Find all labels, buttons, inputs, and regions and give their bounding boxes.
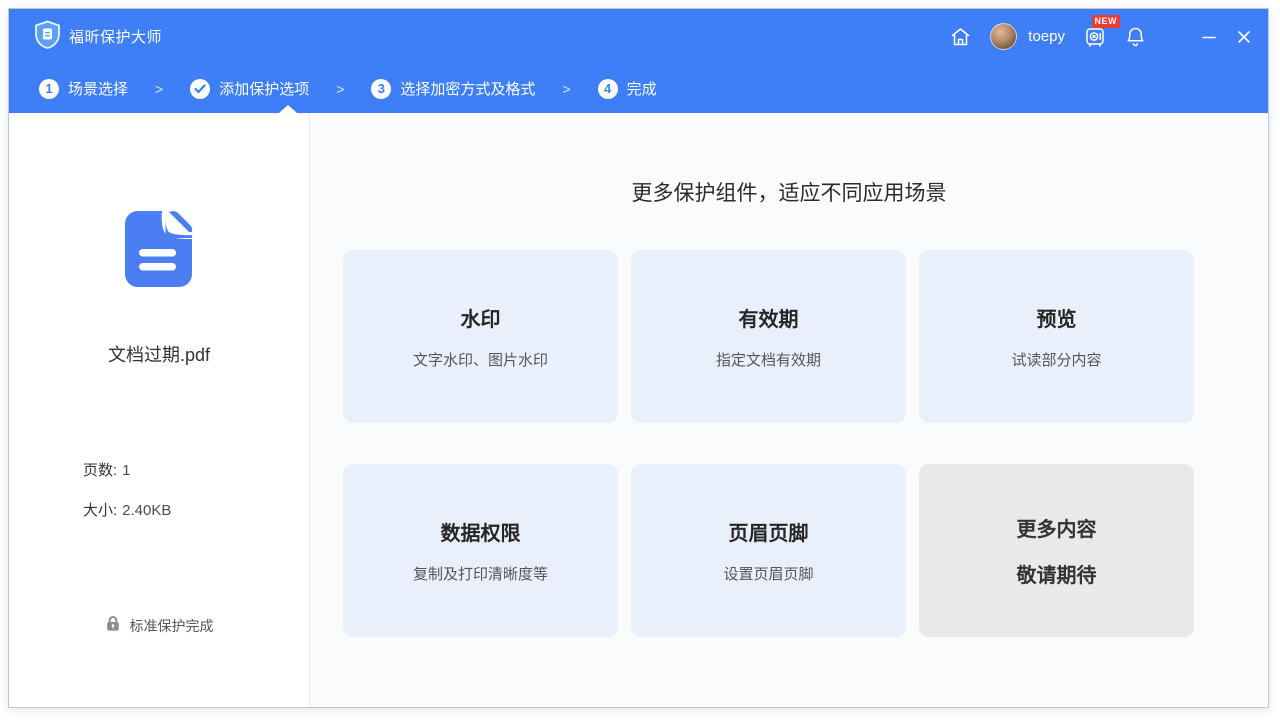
- protection-cards-grid: 水印 文字水印、图片水印 有效期 指定文档有效期 预览 试读部分内容 数据权限 …: [343, 250, 1268, 637]
- pdf-document-icon: [124, 210, 194, 293]
- card-subtitle: 复制及打印清晰度等: [413, 563, 548, 584]
- user-avatar[interactable]: [990, 23, 1017, 50]
- bell-icon[interactable]: [1125, 26, 1146, 48]
- main-content: 更多保护组件，适应不同应用场景 水印 文字水印、图片水印 有效期 指定文档有效期…: [310, 113, 1268, 707]
- step-1-label: 场景选择: [68, 78, 128, 99]
- main-heading: 更多保护组件，适应不同应用场景: [310, 177, 1268, 207]
- card-title: 有效期: [739, 303, 799, 332]
- app-title: 福昕保护大师: [69, 26, 162, 47]
- card-validity-period[interactable]: 有效期 指定文档有效期: [631, 250, 906, 423]
- username-label[interactable]: toepy: [1028, 28, 1065, 45]
- step-separator-icon: >: [336, 81, 344, 97]
- step-3-number: 3: [371, 79, 391, 99]
- file-size-value: 2.40KB: [122, 502, 171, 519]
- card-header-footer[interactable]: 页眉页脚 设置页眉页脚: [631, 464, 906, 637]
- hamburger-menu-icon[interactable]: [1165, 30, 1182, 44]
- step-separator-icon: >: [562, 81, 570, 97]
- file-size-label: 大小:: [83, 502, 117, 519]
- home-icon[interactable]: [950, 27, 971, 47]
- card-subtitle: 指定文档有效期: [716, 349, 821, 370]
- step-2-check-icon: [190, 79, 210, 99]
- card-title: 预览: [1037, 303, 1077, 332]
- page-count-label: 页数:: [83, 462, 117, 479]
- card-title: 数据权限: [441, 517, 521, 546]
- step-1-scene-select[interactable]: 1 场景选择: [39, 78, 128, 99]
- card-title: 更多内容: [1017, 513, 1097, 542]
- card-watermark[interactable]: 水印 文字水印、图片水印: [343, 250, 618, 423]
- card-more-coming-soon: 更多内容 敬请期待: [919, 464, 1194, 637]
- page-count-value: 1: [122, 462, 130, 479]
- step-separator-icon: >: [155, 81, 163, 97]
- step-3-encryption-format[interactable]: 3 选择加密方式及格式: [371, 78, 535, 99]
- card-preview[interactable]: 预览 试读部分内容: [919, 250, 1194, 423]
- active-step-pointer: [279, 105, 297, 113]
- title-bar: 福昕保护大师 toepy NEW: [9, 9, 1268, 64]
- minimize-icon[interactable]: [1201, 29, 1217, 45]
- card-title: 水印: [461, 303, 501, 332]
- wizard-step-bar: 1 场景选择 > 添加保护选项 > 3 选择加密方式及格式 > 4 完成: [9, 64, 1268, 113]
- file-name: 文档过期.pdf: [108, 341, 210, 367]
- app-window: 福昕保护大师 toepy NEW: [8, 8, 1269, 708]
- card-subtitle: 敬请期待: [1017, 559, 1097, 588]
- lock-icon: [105, 615, 121, 637]
- card-data-permissions[interactable]: 数据权限 复制及打印清晰度等: [343, 464, 618, 637]
- step-4-number: 4: [598, 79, 618, 99]
- new-badge: NEW: [1092, 15, 1121, 28]
- protection-status: 标准保护完成: [105, 615, 214, 637]
- page-count-row: 页数: 1: [83, 459, 309, 480]
- card-subtitle: 文字水印、图片水印: [413, 349, 548, 370]
- step-4-label: 完成: [627, 78, 657, 99]
- step-2-label: 添加保护选项: [219, 78, 309, 99]
- file-info-sidebar: 文档过期.pdf 页数: 1 大小: 2.40KB: [9, 113, 310, 707]
- shield-logo-icon: [34, 20, 61, 54]
- step-1-number: 1: [39, 79, 59, 99]
- card-title: 页眉页脚: [729, 517, 809, 546]
- step-2-add-protection-options[interactable]: 添加保护选项: [190, 78, 309, 99]
- file-size-row: 大小: 2.40KB: [83, 499, 309, 520]
- step-4-finish[interactable]: 4 完成: [598, 78, 657, 99]
- close-icon[interactable]: [1236, 29, 1252, 45]
- file-metadata: 页数: 1 大小: 2.40KB: [9, 459, 309, 539]
- step-3-label: 选择加密方式及格式: [400, 78, 535, 99]
- card-subtitle: 设置页眉页脚: [723, 563, 813, 584]
- protection-status-text: 标准保护完成: [130, 616, 214, 636]
- card-subtitle: 试读部分内容: [1011, 349, 1101, 370]
- safe-box-icon[interactable]: NEW: [1084, 26, 1106, 48]
- app-logo: 福昕保护大师: [34, 20, 162, 54]
